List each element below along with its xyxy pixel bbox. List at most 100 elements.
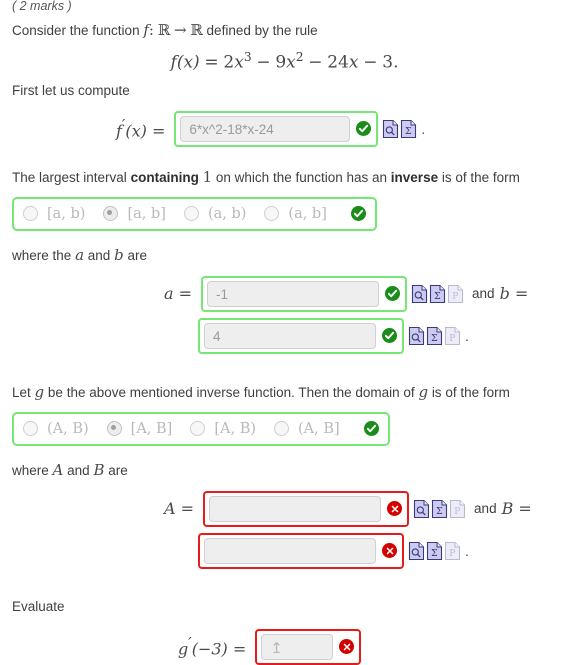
formula-term2-var: x: [286, 52, 296, 73]
radio-dot-icon[interactable]: [264, 206, 280, 222]
radio-dot-icon[interactable]: [190, 421, 206, 437]
plot-page-icon[interactable]: P: [444, 541, 461, 561]
function-definition-formula: f(x) = 2x3 − 9x2 − 24x − 3.: [12, 41, 557, 75]
ab-prompt-b: are: [127, 247, 147, 263]
derivative-input[interactable]: 6*x^2-18*x-24: [180, 115, 351, 142]
radio-dot-icon[interactable]: [23, 206, 38, 222]
domain-option-2[interactable]: [A, B): [190, 421, 256, 437]
domain-var-g2: g: [418, 382, 429, 401]
check-circle-icon: [356, 121, 372, 137]
interval-option-1-label: [a, b]: [127, 205, 166, 222]
formula-op2: −: [308, 52, 323, 73]
sigma-page-icon[interactable]: Σ: [400, 119, 417, 139]
radio-dot-selected-icon[interactable]: [103, 206, 119, 222]
formula-period: .: [393, 52, 399, 73]
A-label: A =: [164, 499, 195, 519]
plot-page-icon[interactable]: P: [447, 284, 464, 304]
a-input[interactable]: -1: [207, 280, 380, 307]
A-answer-box[interactable]: [203, 490, 410, 527]
radio-dot-icon[interactable]: [23, 421, 38, 437]
formula-term4: 3: [382, 52, 394, 73]
domain-question-text: Let g be the above mentioned inverse fun…: [12, 376, 557, 403]
svg-text:P: P: [449, 334, 455, 344]
preview-page-icon[interactable]: [411, 284, 428, 304]
A-and-label: and: [474, 501, 497, 517]
formula-term2-coef: 9: [275, 52, 287, 73]
domain-option-2-label: [A, B): [214, 420, 257, 437]
interval-option-2[interactable]: (a, b): [183, 205, 247, 222]
domain-option-3[interactable]: (A, B]: [274, 421, 340, 437]
formula-equals: =: [204, 52, 219, 73]
A-input[interactable]: [209, 495, 382, 522]
AB-prompt-and: and: [67, 462, 90, 478]
ab-prompt-a: where the: [12, 247, 72, 263]
evaluate-heading: Evaluate: [12, 598, 65, 614]
svg-text:P: P: [454, 507, 460, 517]
error-circle-icon: [382, 543, 397, 559]
ab-var-b: b: [114, 245, 124, 264]
interval-option-1[interactable]: [a, b]: [103, 205, 166, 222]
preview-page-icon[interactable]: [413, 499, 430, 519]
radio-dot-icon[interactable]: [274, 421, 290, 437]
a-label: a =: [164, 284, 193, 304]
B-input[interactable]: [204, 537, 376, 564]
interval-option-2-label: (a, b): [207, 205, 247, 222]
preview-page-icon[interactable]: [408, 541, 425, 561]
ab-prompt: where the a and b are: [12, 231, 557, 266]
formula-term2-exponent: 2: [295, 50, 304, 64]
b-label: b =: [499, 284, 529, 304]
b-answer-box[interactable]: 4: [198, 317, 404, 354]
B-answer-box[interactable]: [198, 532, 404, 569]
colon-symbol: :: [148, 21, 154, 39]
derivative-answer-box[interactable]: 6*x^2-18*x-24: [174, 110, 379, 147]
formula-op3: −: [363, 52, 378, 73]
interval-radio-group[interactable]: [a, b) [a, b] (a, b) (a, b]: [12, 196, 377, 231]
a-answer-box[interactable]: -1: [201, 275, 408, 312]
derivative-label: f′(x) =: [116, 116, 166, 141]
sigma-page-icon[interactable]: Σ: [426, 541, 443, 561]
intro-text-b: defined by the rule: [206, 23, 318, 38]
derivative-answer-row: f′(x) = 6*x^2-18*x-24 Σ .: [12, 101, 557, 147]
text-caret-icon: ↥: [270, 638, 283, 657]
svg-text:P: P: [449, 549, 455, 559]
domain-option-1[interactable]: [A, B]: [106, 420, 173, 437]
interval-option-0[interactable]: [a, b): [23, 206, 85, 222]
radio-dot-icon[interactable]: [183, 206, 199, 222]
interval-bold-inverse: inverse: [390, 169, 439, 185]
evaluate-answer-box[interactable]: ↥: [255, 628, 362, 665]
svg-text:Σ: Σ: [431, 548, 438, 559]
A-answer-row: A = Σ P and B =: [12, 481, 557, 527]
evaluate-input[interactable]: ↥: [261, 633, 334, 660]
formula-lhs: f(x): [170, 52, 200, 73]
ab-prompt-and: and: [87, 247, 111, 263]
domain-option-1-label: [A, B]: [130, 420, 173, 437]
sigma-page-icon[interactable]: Σ: [429, 284, 446, 304]
b-trailing-period: .: [465, 327, 469, 344]
arrow-symbol: →: [173, 21, 187, 39]
B-tools: Σ P: [408, 541, 462, 561]
b-input[interactable]: 4: [204, 322, 376, 349]
check-circle-icon: [363, 421, 379, 437]
check-circle-icon: [385, 286, 401, 302]
plot-page-icon[interactable]: P: [449, 499, 466, 519]
plot-page-icon[interactable]: P: [444, 326, 461, 346]
sigma-page-icon[interactable]: Σ: [426, 326, 443, 346]
domain-option-0[interactable]: (A, B): [23, 421, 89, 437]
svg-text:Σ: Σ: [434, 291, 441, 302]
interval-option-3[interactable]: (a, b]: [264, 206, 327, 222]
a-and-label: and: [472, 286, 495, 302]
preview-page-icon[interactable]: [408, 326, 425, 346]
preview-page-icon[interactable]: [382, 119, 399, 139]
domain-text-b: be the above mentioned inverse function.…: [47, 384, 415, 400]
svg-text:Σ: Σ: [405, 126, 412, 137]
radio-dot-selected-icon[interactable]: [106, 421, 122, 437]
formula-term1-exponent: 3: [243, 50, 252, 64]
AB-var-B: B: [93, 460, 105, 479]
compute-instruction: First let us compute: [12, 82, 130, 98]
domain-radio-group[interactable]: (A, B) [A, B] [A, B) (A, B]: [12, 411, 390, 446]
AB-prompt-a: where: [12, 462, 49, 478]
sigma-page-icon[interactable]: Σ: [431, 499, 448, 519]
